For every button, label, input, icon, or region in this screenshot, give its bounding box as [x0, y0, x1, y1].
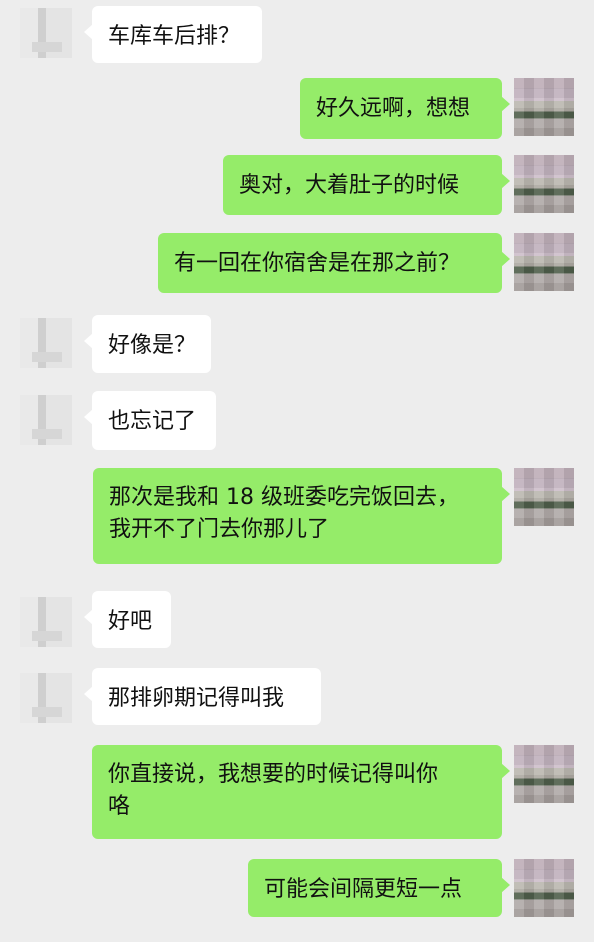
message-bubble[interactable]: 奥对，大着肚子的时候 [223, 155, 510, 215]
user-avatar[interactable] [514, 745, 574, 803]
message-bubble[interactable]: 你直接说，我想要的时候记得叫你 咯 [92, 745, 510, 839]
message-text: 奥对，大着肚子的时候 [239, 173, 460, 198]
contact-avatar[interactable] [20, 318, 72, 368]
message-bubble[interactable]: 也忘记了 [84, 391, 216, 450]
message-text: 好久远啊，想想 [316, 96, 471, 121]
contact-avatar[interactable] [20, 395, 72, 445]
contact-avatar[interactable] [20, 8, 72, 58]
message-text: 车库车后排？ [108, 24, 241, 49]
user-avatar[interactable] [514, 468, 574, 526]
message-bubble[interactable]: 车库车后排？ [84, 6, 262, 63]
message-text-line-1: 那次是我和 18 级班委吃完饭回去， [109, 485, 459, 510]
message-text: 那排卵期记得叫我 [108, 686, 285, 711]
message-bubble[interactable]: 好像是？ [84, 315, 211, 373]
user-avatar[interactable] [514, 155, 574, 213]
message-bubble[interactable]: 那排卵期记得叫我 [84, 668, 321, 725]
message-text-line-2: 咯 [108, 794, 131, 819]
message-text: 也忘记了 [108, 409, 197, 434]
message-text: 可能会间隔更短一点 [264, 877, 463, 902]
user-avatar[interactable] [514, 78, 574, 136]
contact-avatar[interactable] [20, 597, 72, 647]
message-bubble[interactable]: 好吧 [84, 591, 171, 648]
user-avatar[interactable] [514, 233, 574, 291]
user-avatar[interactable] [514, 859, 574, 917]
message-text-line-2: 我开不了门去你那儿了 [109, 517, 330, 542]
contact-avatar[interactable] [20, 673, 72, 723]
message-bubble[interactable]: 有一回在你宿舍是在那之前？ [158, 233, 510, 293]
message-text: 有一回在你宿舍是在那之前？ [174, 251, 461, 276]
chat-thread: 车库车后排？ 好久远啊，想想 奥对，大着肚子的时候 有一回在你宿舍是在那之前？ … [0, 0, 594, 942]
message-text-line-1: 你直接说，我想要的时候记得叫你 [108, 762, 439, 787]
message-bubble[interactable]: 那次是我和 18 级班委吃完饭回去， 我开不了门去你那儿了 [93, 468, 510, 564]
message-text: 好像是？ [108, 333, 197, 358]
message-bubble[interactable]: 好久远啊，想想 [300, 78, 510, 139]
message-text: 好吧 [108, 609, 153, 634]
message-bubble[interactable]: 可能会间隔更短一点 [248, 859, 510, 917]
